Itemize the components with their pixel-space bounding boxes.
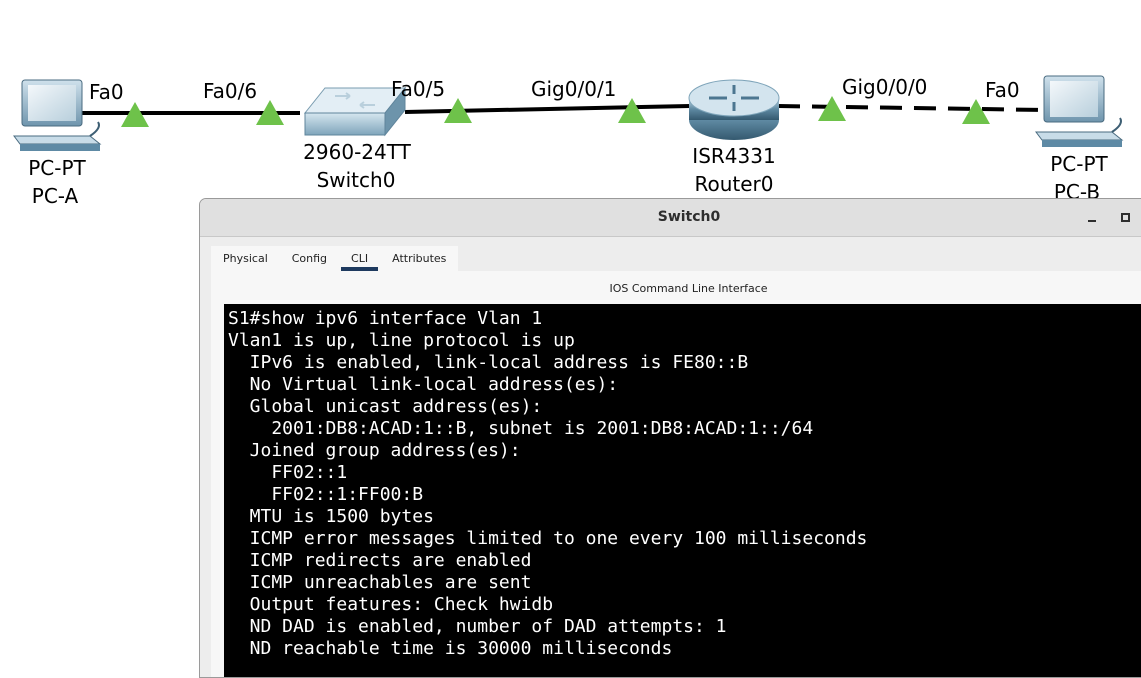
tab-bar: Physical Config CLI Attributes [211, 246, 459, 271]
tab-cli[interactable]: CLI [339, 246, 381, 271]
port-label-r-gig000: Gig0/0/0 [842, 75, 928, 99]
port-label-r-gig001: Gig0/0/1 [531, 77, 617, 101]
terminal-line: ICMP error messages limited to one every… [228, 528, 868, 549]
terminal-line: IPv6 is enabled, link-local address is F… [228, 352, 749, 373]
terminal-line: ICMP redirects are enabled [228, 550, 532, 571]
device-model-switch: 2960-24TT [303, 140, 411, 164]
minimize-button[interactable] [1082, 207, 1102, 227]
router-icon[interactable] [688, 79, 780, 140]
terminal-line: No Virtual link-local address(es): [228, 374, 619, 395]
terminal-line: MTU is 1500 bytes [228, 506, 434, 527]
device-model-router: ISR4331 [692, 144, 776, 168]
device-model-pca: PC-PT [28, 156, 86, 180]
tab-physical[interactable]: Physical [211, 246, 280, 271]
terminal-line: FF02::1 [228, 462, 348, 483]
window-title: Switch0 [657, 209, 721, 225]
terminal-line: Global unicast address(es): [228, 396, 543, 417]
terminal-line: ND reachable time is 30000 milliseconds [228, 638, 673, 659]
device-model-pcb: PC-PT [1050, 152, 1108, 176]
device-name-pca: PC-A [31, 184, 79, 208]
terminal-line: 2001:DB8:ACAD:1::B, subnet is 2001:DB8:A… [228, 418, 814, 439]
tab-config[interactable]: Config [279, 246, 340, 271]
pc-icon[interactable] [1035, 75, 1124, 147]
device-name-router: Router0 [694, 172, 774, 196]
pc-icon[interactable] [13, 79, 102, 151]
port-label-sw-fa06: Fa0/6 [203, 79, 258, 103]
terminal-line: FF02::1:FF00:B [228, 484, 424, 505]
switch-icon[interactable] [303, 86, 407, 137]
cli-terminal[interactable]: S1#show ipv6 interface Vlan 1 Vlan1 is u… [224, 304, 1141, 677]
link-switch-router[interactable] [404, 104, 691, 114]
link-status-pcb-fa0 [962, 99, 990, 124]
terminal-line: ND DAD is enabled, number of DAD attempt… [228, 616, 727, 637]
terminal-line: Output features: Check hwidb [228, 594, 554, 615]
device-window: Switch0 Physical Config CLI Attributes I… [199, 198, 1141, 678]
port-label-pca-fa0: Fa0 [89, 80, 124, 104]
terminal-line: S1#show ipv6 interface Vlan 1 [228, 308, 543, 329]
tab-attributes[interactable]: Attributes [380, 246, 459, 271]
terminal-line: ICMP unreachables are sent [228, 572, 532, 593]
device-name-switch: Switch0 [316, 168, 396, 192]
port-label-pcb-fa0: Fa0 [985, 78, 1020, 102]
panel-caption: IOS Command Line Interface [609, 282, 768, 295]
window-titlebar[interactable]: Switch0 [200, 199, 1141, 237]
port-label-sw-fa05: Fa0/5 [391, 77, 446, 101]
cli-panel: IOS Command Line Interface S1#show ipv6 … [211, 271, 1141, 677]
link-status-r-gig001 [618, 98, 646, 123]
maximize-button[interactable] [1115, 207, 1135, 227]
terminal-line: Joined group address(es): [228, 440, 521, 461]
link-router-pcb[interactable] [777, 104, 1046, 112]
terminal-line: Vlan1 is up, line protocol is up [228, 330, 575, 351]
